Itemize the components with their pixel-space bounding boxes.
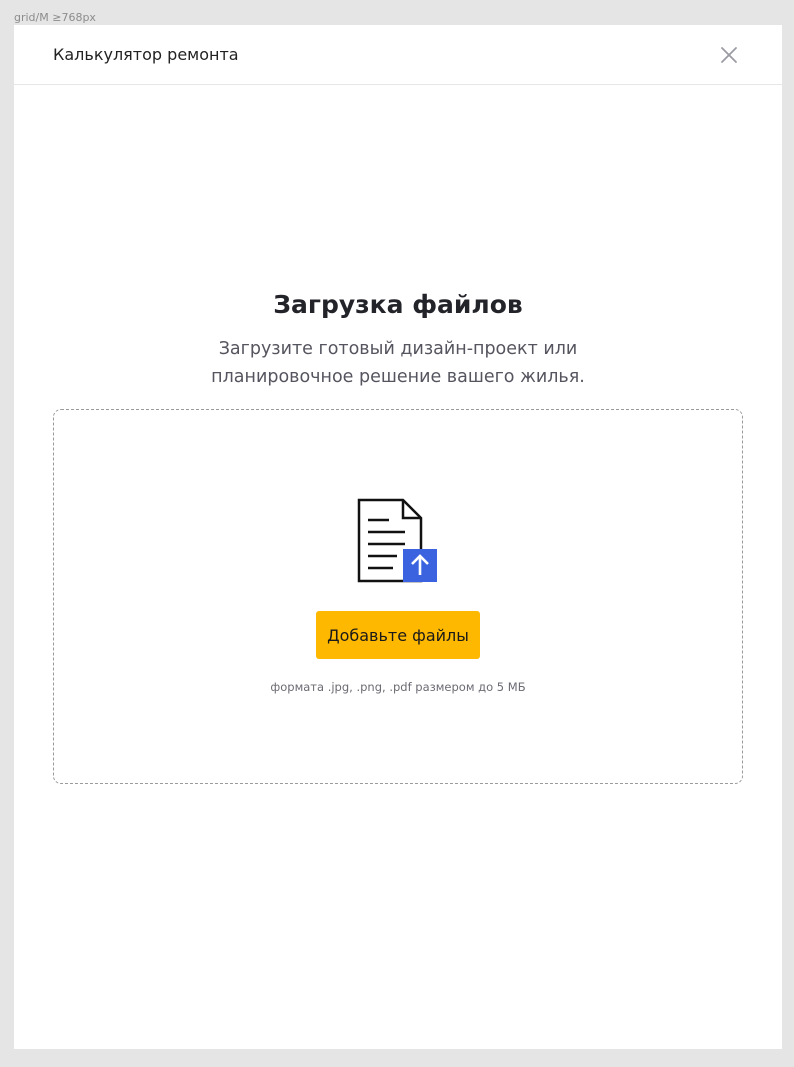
- grid-label: grid/M ≥768px: [14, 11, 96, 24]
- modal-window: Калькулятор ремонта Загрузка файлов Загр…: [14, 25, 782, 1049]
- upload-description: Загрузите готовый дизайн-проект или план…: [211, 339, 585, 387]
- close-icon: [721, 47, 737, 63]
- close-button[interactable]: [718, 44, 740, 66]
- upload-title: Загрузка файлов: [273, 290, 523, 319]
- formats-hint: формата .jpg, .png, .pdf размером до 5 М…: [270, 680, 526, 694]
- add-files-button[interactable]: Добавьте файлы: [316, 611, 480, 659]
- modal-title: Калькулятор ремонта: [53, 45, 239, 64]
- modal-header: Калькулятор ремонта: [14, 25, 782, 85]
- file-upload-icon: [357, 498, 437, 583]
- file-dropzone[interactable]: Добавьте файлы формата .jpg, .png, .pdf …: [53, 409, 743, 784]
